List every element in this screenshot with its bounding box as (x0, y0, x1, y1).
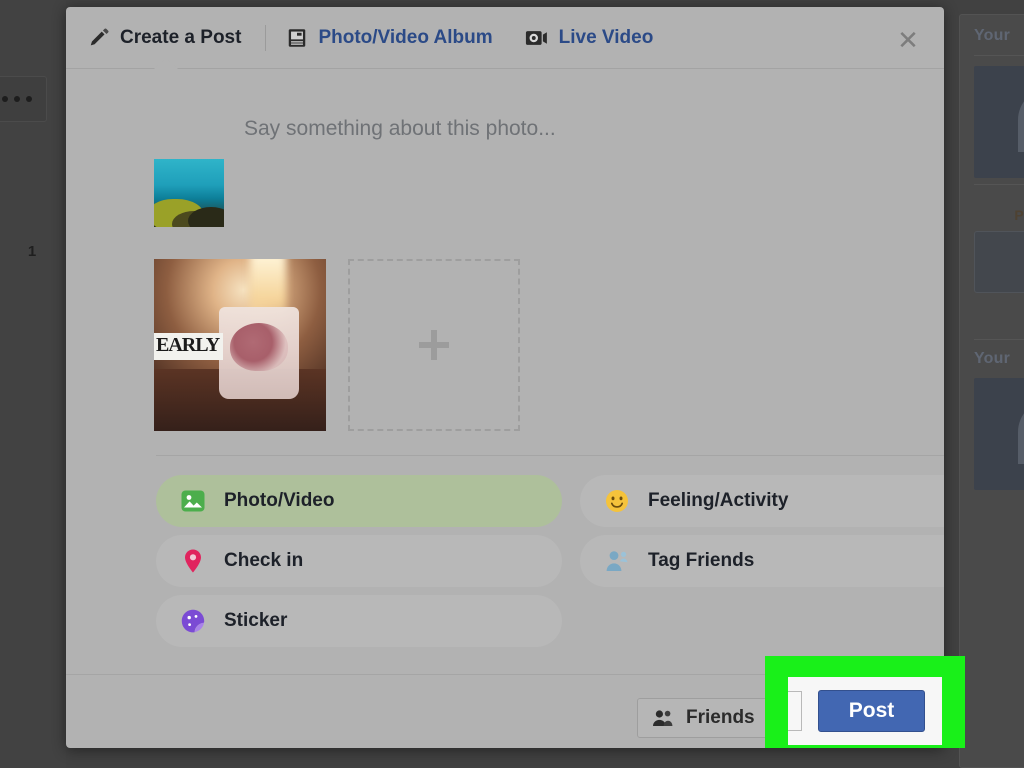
option-sticker[interactable]: Sticker (156, 595, 562, 647)
attachment-strip: EARLY (154, 259, 520, 431)
options-divider (156, 455, 944, 456)
ellipsis-icon (1, 96, 8, 102)
sidebar-thumbnail (974, 378, 1024, 490)
photo-overlay-text: EARLY (154, 332, 224, 360)
option-label: Check in (224, 550, 304, 571)
sidebar-thumbnail (974, 66, 1024, 178)
pencil-icon (88, 27, 110, 49)
annotation-audience-button-edge (788, 691, 802, 731)
sidebar-input-box (974, 231, 1024, 293)
ellipsis-icon (13, 96, 20, 102)
friends-group-icon (652, 709, 674, 727)
location-pin-icon (180, 548, 206, 574)
avatar (154, 159, 224, 227)
more-options-button[interactable] (0, 76, 47, 122)
ellipsis-icon (25, 96, 32, 102)
tab-label: Create a Post (120, 26, 242, 48)
add-photo-tile[interactable] (348, 259, 520, 431)
option-label: Sticker (224, 610, 288, 631)
attached-photo-thumbnail[interactable]: EARLY (154, 259, 326, 431)
create-post-dialog: Create a Post Photo/Video Album Live Vid… (66, 7, 944, 748)
sidebar-divider (974, 184, 1024, 185)
post-text-input[interactable]: Say something about this photo... (244, 117, 556, 141)
sidebar-divider (974, 55, 1024, 56)
sidebar-sub-label: P (1014, 207, 1024, 223)
option-tag-friends[interactable]: Tag Friends (580, 535, 944, 587)
compose-area (66, 69, 944, 251)
tab-live-video[interactable]: Live Video (525, 7, 658, 69)
option-check-in[interactable]: Check in (156, 535, 562, 587)
option-label: Tag Friends (648, 550, 755, 571)
photo-detail (229, 322, 288, 371)
photo-video-icon (180, 488, 206, 514)
tab-photo-video-album[interactable]: Photo/Video Album (286, 7, 496, 69)
active-tab-caret (154, 58, 178, 69)
audience-label: Friends (686, 707, 755, 728)
header-divider (265, 24, 267, 51)
post-options: Photo/Video Feeling/Activity Check in Ta… (156, 475, 944, 647)
sidebar-heading-1: Your (974, 27, 1011, 44)
close-icon[interactable]: ✕ (896, 27, 920, 53)
plus-icon (419, 330, 449, 360)
feeling-smiley-icon (604, 488, 630, 514)
photo-album-icon (286, 27, 308, 49)
dialog-header: Create a Post Photo/Video Album Live Vid… (66, 7, 944, 69)
highlighted-post-button[interactable]: Post (818, 690, 925, 732)
option-feeling-activity[interactable]: Feeling/Activity (580, 475, 944, 527)
left-rail-count: 1 (27, 243, 37, 260)
option-label: Photo/Video (224, 490, 335, 511)
option-label: Feeling/Activity (648, 490, 789, 511)
right-sidebar: Your P Your (959, 14, 1024, 768)
sidebar-divider (974, 339, 1024, 340)
tab-label: Live Video (558, 26, 654, 48)
option-photo-video[interactable]: Photo/Video (156, 475, 562, 527)
tab-label: Photo/Video Album (318, 26, 493, 48)
sticker-icon (180, 608, 206, 634)
sidebar-heading-2: Your (974, 350, 1011, 367)
tag-friends-icon (604, 548, 630, 574)
live-video-icon (525, 28, 549, 48)
